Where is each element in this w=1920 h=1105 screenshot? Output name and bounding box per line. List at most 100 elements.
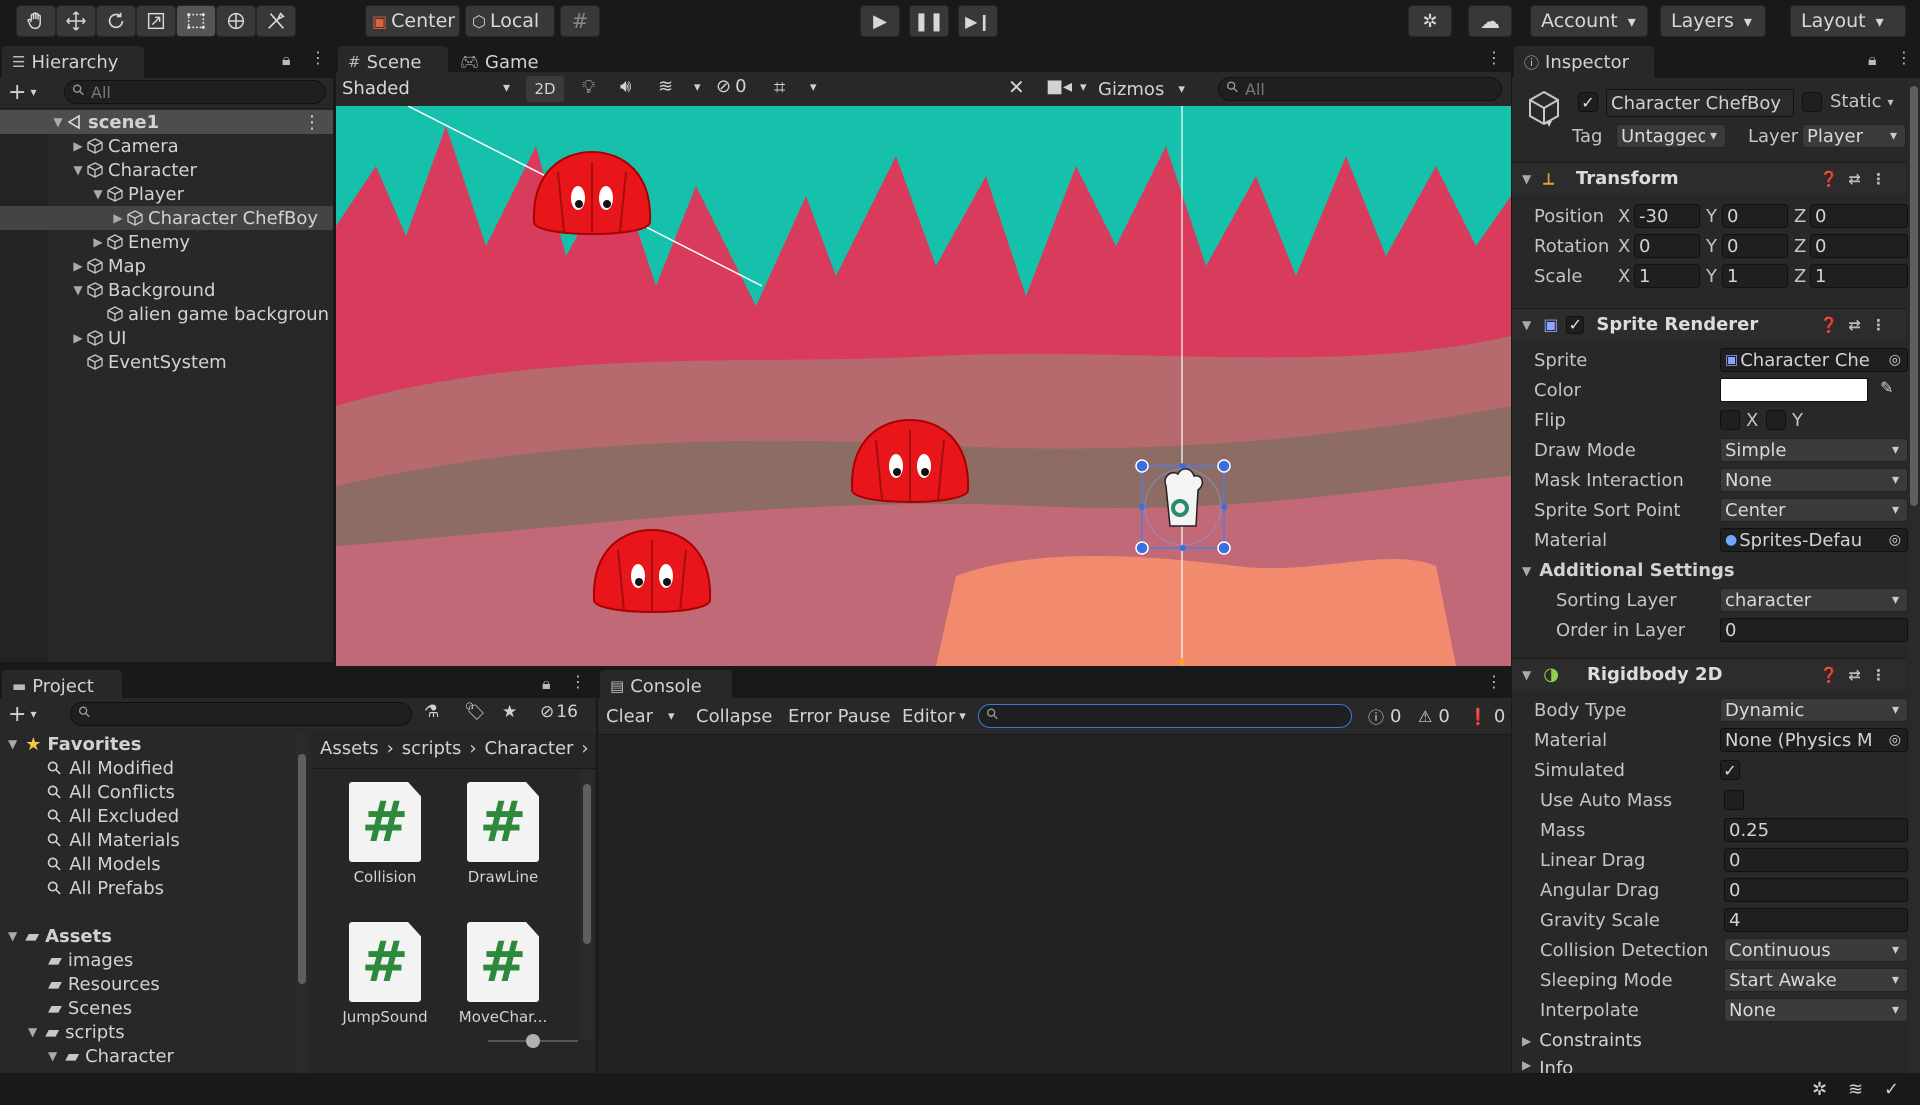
collab-button[interactable]: ✲ (1408, 5, 1452, 37)
audio-icon[interactable]: 🔊︎ (620, 76, 631, 97)
position-y-field[interactable]: 0 (1722, 204, 1788, 228)
chevron-down-icon[interactable]: ▾ (694, 80, 701, 95)
hierarchy-item[interactable]: ▶ Enemy (0, 230, 333, 254)
hierarchy-item[interactable]: ▼ Player (0, 182, 333, 206)
favorite-search-item[interactable]: ⚲ All Excluded (43, 804, 180, 828)
kebab-menu-icon[interactable]: ⋮ (570, 672, 586, 691)
play-button[interactable]: ▶ (860, 5, 900, 37)
folder-tree-scrollbar[interactable] (296, 732, 308, 1073)
hierarchy-search-input[interactable]: All (64, 80, 326, 104)
favorite-search-item[interactable]: ⚲ All Prefabs (43, 876, 165, 900)
hierarchy-item[interactable]: alien game backgroun (0, 302, 333, 326)
warning-filter-toggle[interactable]: ⚠ 0 (1418, 702, 1450, 730)
order-in-layer-field[interactable]: 0 (1720, 618, 1908, 642)
effects-icon[interactable]: ≋ (658, 76, 673, 97)
constraints-foldout[interactable]: ▶ Constraints (1522, 1030, 1642, 1051)
hierarchy-item[interactable]: ▼ Character (0, 158, 333, 182)
lock-icon[interactable]: 🔒︎ (1868, 50, 1877, 70)
hierarchy-item[interactable]: EventSystem (0, 350, 333, 374)
create-button[interactable]: + ▾ (8, 78, 36, 106)
static-dropdown[interactable]: Static ▾ (1830, 91, 1894, 112)
scene-viewport[interactable] (336, 106, 1511, 666)
info-foldout[interactable]: ▶ Info (1522, 1058, 1573, 1073)
log-filter-toggle[interactable]: ⓘ 0 (1368, 702, 1401, 730)
bug-icon[interactable]: ✲ (1812, 1079, 1827, 1100)
assets-foldout[interactable]: ▼ ▰ Assets (8, 924, 112, 948)
kebab-menu-icon[interactable]: ⋮ (310, 48, 326, 67)
favorite-star-icon[interactable]: ★ (502, 702, 517, 722)
sprite-renderer-enabled-checkbox[interactable]: ✓ (1566, 315, 1585, 334)
slider-handle[interactable] (526, 1034, 540, 1048)
cloud-button[interactable]: ☁ (1468, 5, 1512, 37)
error-filter-toggle[interactable]: ❗ 0 (1468, 702, 1505, 730)
gizmos-dropdown[interactable]: Gizmos ▾ (1098, 75, 1185, 103)
mask-interaction-dropdown[interactable]: None (1720, 468, 1908, 492)
scale-x-field[interactable]: 1 (1634, 264, 1700, 288)
space-mode-button[interactable]: ⬡ Local (465, 5, 555, 37)
sprite-sort-point-dropdown[interactable]: Center (1720, 498, 1908, 522)
grid-icon[interactable]: ⌗ (774, 75, 785, 99)
script-asset-drawline[interactable]: # DrawLine (448, 782, 558, 886)
asset-folder-item[interactable]: ▰ Resources (48, 972, 160, 996)
chevron-down-icon[interactable]: ▾ (1546, 116, 1552, 130)
hierarchy-item[interactable]: ▶ Camera (0, 134, 333, 158)
chevron-right-icon[interactable]: ▶ (70, 139, 86, 153)
body-type-dropdown[interactable]: Dynamic (1720, 698, 1908, 722)
tab-hierarchy[interactable]: ☰ Hierarchy (2, 46, 144, 78)
additional-settings-foldout[interactable]: ▼ Additional Settings (1522, 560, 1735, 581)
chevron-down-icon[interactable]: ▾ (810, 80, 817, 95)
breadcrumb-assets[interactable]: Assets (320, 738, 379, 759)
flip-x-checkbox[interactable] (1720, 410, 1740, 430)
object-picker-icon[interactable]: ◎ (1889, 532, 1901, 548)
tag-dropdown[interactable]: Untagged (1616, 124, 1726, 148)
kebab-menu-icon[interactable]: ⋮ (1486, 672, 1502, 691)
error-pause-toggle[interactable]: Error Pause (788, 702, 891, 730)
camera-icon[interactable]: ■◂ (1046, 76, 1072, 97)
component-menu-icons[interactable]: ❓⇄⋮ (1820, 170, 1896, 188)
kebab-menu-icon[interactable]: ⋮ (1486, 48, 1502, 67)
object-picker-icon[interactable]: ◎ (1889, 352, 1901, 368)
asset-folder-item[interactable]: ▰ Scenes (48, 996, 132, 1020)
position-z-field[interactable]: 0 (1810, 204, 1908, 228)
files-scroll-thumb[interactable] (583, 784, 591, 944)
chevron-down-icon[interactable]: ▼ (90, 187, 106, 201)
shading-mode-dropdown[interactable]: Shaded (338, 76, 518, 100)
rigidbody2d-header[interactable]: ▼ ◑ Rigidbody 2D ❓⇄⋮ (1512, 658, 1906, 690)
eyedropper-icon[interactable]: ✎ (1880, 378, 1893, 397)
search-by-label-icon[interactable]: 🏷︎ (464, 702, 486, 722)
chevron-down-icon[interactable]: ▼ (50, 115, 66, 129)
chevron-down-icon[interactable]: ▼ (70, 163, 86, 177)
chevron-right-icon[interactable]: ▶ (90, 235, 106, 249)
favorite-search-item[interactable]: ⚲ All Models (43, 852, 161, 876)
layer-dropdown[interactable]: Player (1802, 124, 1906, 148)
rotation-y-field[interactable]: 0 (1722, 234, 1788, 258)
kebab-menu-icon[interactable]: ⋮ (1896, 48, 1912, 67)
breadcrumb-scripts[interactable]: scripts (402, 738, 462, 759)
breadcrumb-character[interactable]: Character (485, 738, 574, 759)
favorite-search-item[interactable]: ⚲ All Conflicts (43, 780, 175, 804)
tools-icon[interactable]: ✕ (1008, 75, 1025, 99)
sprite-renderer-header[interactable]: ▼ ▣ ✓ Sprite Renderer ❓⇄⋮ (1512, 308, 1906, 340)
angular-drag-field[interactable]: 0 (1724, 878, 1908, 902)
hidden-packages-toggle[interactable]: ⊘ 16 (540, 702, 578, 722)
icon-size-slider[interactable] (488, 1034, 578, 1048)
flip-y-checkbox[interactable] (1766, 410, 1786, 430)
folder-tree-scroll-thumb[interactable] (298, 754, 306, 984)
lock-icon[interactable]: 🔒︎ (542, 674, 551, 694)
pause-button[interactable]: ❚❚ (909, 5, 949, 37)
physics-material-field[interactable]: None (Physics M ◎ (1720, 728, 1908, 752)
object-picker-icon[interactable]: ◎ (1889, 732, 1901, 748)
chevron-down-icon[interactable]: ▼ (48, 1049, 57, 1063)
chevron-down-icon[interactable]: ▼ (28, 1025, 37, 1039)
inspector-scrollbar[interactable] (1908, 78, 1920, 1073)
favorite-search-item[interactable]: ⚲ All Materials (43, 828, 180, 852)
snap-grid-button[interactable]: # (560, 5, 600, 37)
favorite-search-item[interactable]: ⚲ All Modified (43, 756, 175, 780)
scale-y-field[interactable]: 1 (1722, 264, 1788, 288)
account-dropdown[interactable]: Account (1530, 5, 1648, 37)
chevron-right-icon[interactable]: ▶ (70, 331, 86, 345)
favorites-foldout[interactable]: ▼ ★ Favorites (8, 732, 141, 756)
project-create-button[interactable]: + ▾ (8, 700, 36, 728)
active-checkbox[interactable]: ✓ (1578, 92, 1598, 112)
layout-dropdown[interactable]: Layout (1790, 5, 1906, 37)
